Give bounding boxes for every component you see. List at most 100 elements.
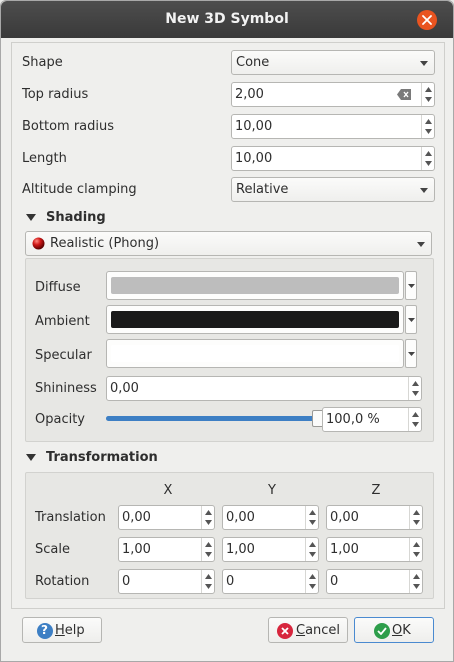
help-button[interactable]: ? Help — [22, 617, 102, 643]
rotation-z-value: 0 — [330, 574, 339, 589]
top-radius-value: 2,00 — [235, 87, 264, 102]
ambient-color-dropdown[interactable] — [405, 305, 417, 334]
specular-color-dropdown[interactable] — [405, 339, 417, 368]
chevron-down-icon — [408, 352, 415, 356]
spin-up-icon[interactable] — [205, 574, 212, 579]
diffuse-color-button[interactable] — [106, 271, 404, 300]
rotation-x-stepper[interactable] — [201, 570, 214, 593]
spin-down-icon[interactable] — [205, 584, 212, 589]
translation-x-spinbox[interactable]: 0,00 — [118, 505, 215, 530]
length-label: Length — [22, 151, 67, 166]
opacity-value: 100,0 % — [326, 412, 380, 427]
cancel-button[interactable]: Cancel — [268, 617, 348, 643]
bottom-radius-stepper[interactable] — [421, 115, 434, 138]
spin-down-icon[interactable] — [412, 391, 419, 396]
spin-up-icon[interactable] — [425, 87, 432, 92]
spin-up-icon[interactable] — [309, 510, 316, 515]
spin-up-icon[interactable] — [412, 412, 419, 417]
rotation-z-stepper[interactable] — [409, 570, 422, 593]
shading-section-header[interactable]: Shading — [26, 210, 146, 228]
ambient-label: Ambient — [35, 314, 90, 329]
scale-z-spinbox[interactable]: 1,00 — [326, 537, 423, 562]
spin-up-icon[interactable] — [309, 574, 316, 579]
altitude-clamping-combo[interactable]: Relative — [231, 177, 435, 202]
spin-down-icon[interactable] — [413, 584, 420, 589]
spin-up-icon[interactable] — [309, 542, 316, 547]
translation-z-stepper[interactable] — [409, 506, 422, 529]
specular-color-button[interactable] — [106, 339, 404, 368]
scale-x-spinbox[interactable]: 1,00 — [118, 537, 215, 562]
spin-up-icon[interactable] — [413, 510, 420, 515]
spin-down-icon[interactable] — [425, 97, 432, 102]
ok-icon — [374, 623, 390, 639]
translation-y-spinbox[interactable]: 0,00 — [222, 505, 319, 530]
ambient-color-button[interactable] — [106, 305, 404, 334]
shininess-stepper[interactable] — [408, 377, 421, 400]
spin-down-icon[interactable] — [309, 552, 316, 557]
scale-z-stepper[interactable] — [409, 538, 422, 561]
rotation-x-value: 0 — [122, 574, 131, 589]
shininess-value: 0,00 — [110, 381, 139, 396]
scale-x-stepper[interactable] — [201, 538, 214, 561]
spin-up-icon[interactable] — [425, 119, 432, 124]
opacity-slider[interactable] — [106, 416, 318, 421]
help-icon: ? — [37, 623, 53, 639]
translation-y-stepper[interactable] — [305, 506, 318, 529]
length-stepper[interactable] — [421, 147, 434, 170]
scale-y-spinbox[interactable]: 1,00 — [222, 537, 319, 562]
length-spinbox[interactable]: 10,00 — [231, 146, 435, 171]
spin-down-icon[interactable] — [412, 422, 419, 427]
rotation-z-spinbox[interactable]: 0 — [326, 569, 423, 594]
bottom-radius-spinbox[interactable]: 10,00 — [231, 114, 435, 139]
close-button[interactable] — [417, 10, 437, 30]
close-icon — [422, 15, 432, 25]
top-radius-spinbox[interactable]: 2,00 — [231, 82, 435, 107]
bottom-radius-label: Bottom radius — [22, 119, 115, 134]
scale-z-value: 1,00 — [330, 542, 359, 557]
spin-down-icon[interactable] — [425, 161, 432, 166]
spin-down-icon[interactable] — [205, 552, 212, 557]
clear-icon[interactable] — [397, 89, 411, 100]
top-radius-stepper[interactable] — [421, 83, 434, 106]
diffuse-color-dropdown[interactable] — [405, 271, 417, 300]
spin-up-icon[interactable] — [425, 151, 432, 156]
spin-up-icon[interactable] — [205, 542, 212, 547]
shading-model-combo[interactable]: Realistic (Phong) — [25, 231, 432, 256]
rotation-y-spinbox[interactable]: 0 — [222, 569, 319, 594]
ok-button[interactable]: OK — [354, 617, 434, 643]
shading-panel: Diffuse Ambient Specular Shininess 0,00 … — [25, 258, 434, 442]
altitude-clamping-label: Altitude clamping — [22, 182, 137, 197]
spin-down-icon[interactable] — [425, 129, 432, 134]
spin-down-icon[interactable] — [413, 552, 420, 557]
spin-up-icon[interactable] — [205, 510, 212, 515]
opacity-slider-fill — [106, 416, 318, 421]
collapse-triangle-icon — [26, 214, 36, 221]
rotation-label: Rotation — [35, 574, 90, 589]
scale-y-stepper[interactable] — [305, 538, 318, 561]
shape-combo[interactable]: Cone — [231, 50, 435, 75]
spin-up-icon[interactable] — [413, 542, 420, 547]
spin-down-icon[interactable] — [309, 584, 316, 589]
cancel-icon — [277, 623, 293, 639]
axis-z-label: Z — [371, 483, 381, 498]
chevron-down-icon — [408, 284, 415, 288]
rotation-x-spinbox[interactable]: 0 — [118, 569, 215, 594]
ambient-color-swatch — [111, 311, 399, 328]
spin-down-icon[interactable] — [309, 520, 316, 525]
axis-x-label: X — [163, 483, 173, 498]
shininess-spinbox[interactable]: 0,00 — [106, 376, 422, 401]
opacity-spinbox[interactable]: 100,0 % — [322, 407, 422, 432]
diffuse-label: Diffuse — [35, 280, 81, 295]
translation-z-spinbox[interactable]: 0,00 — [326, 505, 423, 530]
transformation-section-header[interactable]: Transformation — [26, 450, 186, 468]
spin-up-icon[interactable] — [413, 574, 420, 579]
opacity-label: Opacity — [35, 412, 86, 427]
opacity-stepper[interactable] — [408, 408, 421, 431]
rotation-y-value: 0 — [226, 574, 235, 589]
translation-x-stepper[interactable] — [201, 506, 214, 529]
spin-down-icon[interactable] — [413, 520, 420, 525]
rotation-y-stepper[interactable] — [305, 570, 318, 593]
spin-down-icon[interactable] — [205, 520, 212, 525]
translation-label: Translation — [35, 510, 106, 525]
spin-up-icon[interactable] — [412, 381, 419, 386]
